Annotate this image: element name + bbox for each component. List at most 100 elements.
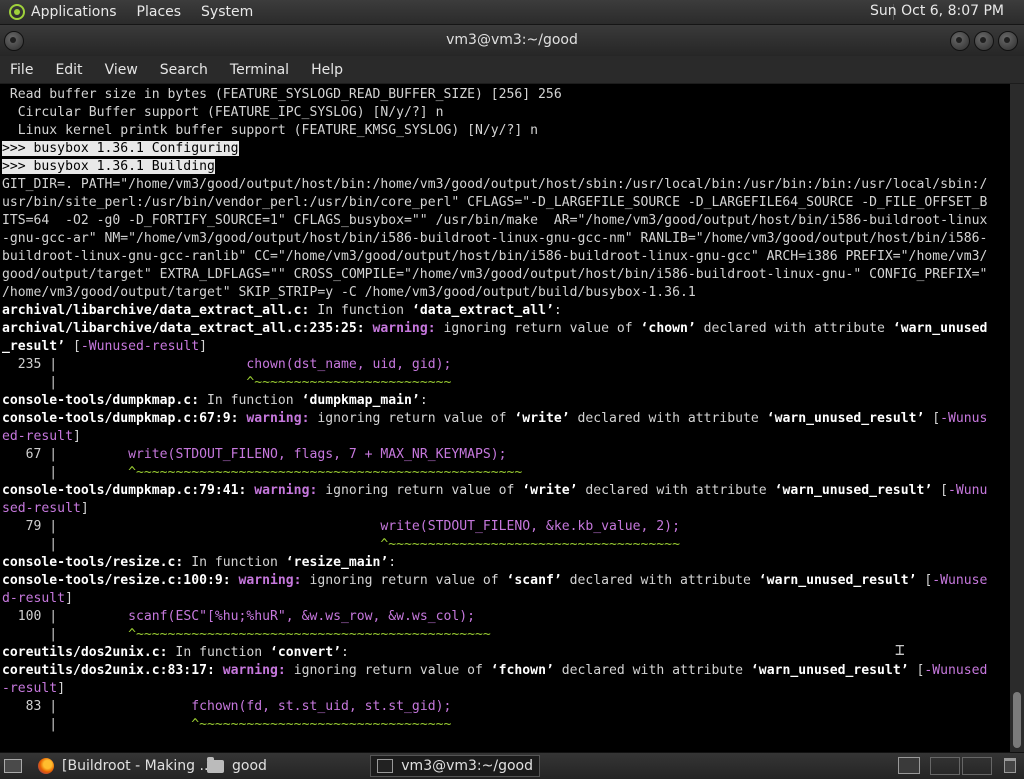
menu-help[interactable]: Help bbox=[300, 62, 354, 78]
terminal-segment: >>> busybox 1.36.1 Configuring bbox=[2, 141, 239, 156]
terminal-line: coreutils/dos2unix.c: In function ‘conve… bbox=[2, 644, 1010, 662]
terminal-segment: In function bbox=[199, 393, 302, 408]
terminal-line: /home/vm3/good/output/target" SKIP_STRIP… bbox=[2, 284, 1010, 302]
terminal-line: 83 | fchown(fd, st.st_uid, st.st_gid); bbox=[2, 698, 1010, 716]
terminal-segment: _result’ bbox=[2, 339, 66, 354]
terminal-line: usr/bin/site_perl:/usr/bin/vendor_perl:/… bbox=[2, 194, 1010, 212]
terminal-segment: ‘dumpkmap_main’ bbox=[301, 393, 420, 408]
terminal-segment: -Wunu bbox=[948, 483, 988, 498]
terminal-line: coreutils/dos2unix.c:83:17: warning: ign… bbox=[2, 662, 1010, 680]
terminal-segment: declared with attribute bbox=[569, 411, 767, 426]
scrollbar-thumb[interactable] bbox=[1013, 692, 1021, 748]
terminal-tray-icon[interactable] bbox=[898, 757, 920, 774]
terminal-line: console-tools/dumpkmap.c:79:41: warning:… bbox=[2, 482, 1010, 500]
terminal-scrollbar[interactable] bbox=[1010, 84, 1024, 752]
terminal-segment: ^~~~~~~~~~~~~~~~~~~~~~~~~~ bbox=[246, 375, 452, 390]
terminal-line: buildroot-linux-gnu-gcc-ranlib" CC="/hom… bbox=[2, 248, 1010, 266]
minimize-button[interactable] bbox=[950, 31, 970, 51]
terminal-segment: ed-result bbox=[2, 429, 73, 444]
terminal-line: sed-result] bbox=[2, 500, 1010, 518]
terminal-line: >>> busybox 1.36.1 Building bbox=[2, 158, 1010, 176]
maximize-button[interactable] bbox=[974, 31, 994, 51]
terminal-segment: ignoring return value of bbox=[325, 483, 523, 498]
menu-search[interactable]: Search bbox=[149, 62, 219, 78]
terminal-segment: ‘data_extract_all’ bbox=[411, 303, 554, 318]
terminal-segment: ‘convert’ bbox=[270, 645, 341, 660]
terminal-segment: ignoring return value of bbox=[317, 411, 515, 426]
trash-icon[interactable] bbox=[1004, 758, 1016, 773]
terminal-output[interactable]: Read buffer size in bytes (FEATURE_SYSLO… bbox=[0, 84, 1010, 752]
terminal-segment: ^~~~~~~~~~~~~~~~~~~~~~~~~~~~~~~~~ bbox=[191, 717, 452, 732]
task-label: good bbox=[232, 758, 267, 774]
terminal-segment: GIT_DIR=. PATH="/home/vm3/good/output/ho… bbox=[2, 177, 988, 192]
terminal-segment: archival/libarchive/data_extract_all.c: bbox=[2, 303, 310, 318]
terminal-segment: 83 | bbox=[2, 699, 192, 714]
terminal-segment: good/output/target" EXTRA_LDFLAGS="" CRO… bbox=[2, 267, 988, 282]
menu-terminal[interactable]: Terminal bbox=[219, 62, 300, 78]
terminal-line: 235 | chown(dst_name, uid, gid); bbox=[2, 356, 1010, 374]
applications-menu[interactable]: Applications bbox=[31, 4, 117, 20]
terminal-segment: -Wunused-result bbox=[80, 339, 200, 354]
terminal-segment: warning: bbox=[222, 663, 294, 678]
show-desktop-icon bbox=[4, 759, 22, 773]
terminal-segment: ] bbox=[57, 681, 66, 696]
terminal-segment: ] bbox=[72, 429, 81, 444]
terminal-segment: Circular Buffer support (FEATURE_IPC_SYS… bbox=[2, 105, 444, 120]
task-label: vm3@vm3:~/good bbox=[401, 758, 533, 774]
places-menu[interactable]: Places bbox=[137, 4, 182, 20]
terminal-segment: warning: bbox=[372, 321, 444, 336]
terminal-segment: : bbox=[419, 393, 428, 408]
menu-edit[interactable]: Edit bbox=[44, 62, 93, 78]
terminal-segment: 100 | bbox=[2, 609, 129, 624]
terminal-segment: ] bbox=[65, 591, 73, 606]
terminal-segment: warning: bbox=[254, 483, 326, 498]
terminal-menubar: File Edit View Search Terminal Help bbox=[0, 56, 1024, 84]
close-button[interactable] bbox=[998, 31, 1018, 51]
window-titlebar[interactable]: vm3@vm3:~/good bbox=[0, 25, 1024, 56]
task-terminal[interactable]: vm3@vm3:~/good bbox=[370, 755, 540, 777]
task-browser[interactable]: [Buildroot - Making ... bbox=[38, 755, 213, 777]
workspace-1[interactable] bbox=[930, 757, 960, 775]
terminal-line: archival/libarchive/data_extract_all.c: … bbox=[2, 302, 1010, 320]
show-desktop-button[interactable] bbox=[4, 755, 30, 777]
terminal-segment: ‘warn_unused_result’ bbox=[750, 663, 909, 678]
terminal-line: console-tools/dumpkmap.c: In function ‘d… bbox=[2, 392, 1010, 410]
workspace-2[interactable] bbox=[962, 757, 992, 775]
terminal-text: Read buffer size in bytes (FEATURE_SYSLO… bbox=[0, 84, 1010, 734]
terminal-segment: ITS=64 -O2 -g0 -D_FORTIFY_SOURCE=1" CFLA… bbox=[2, 213, 988, 228]
terminal-line: | ^~~~~~~~~~~~~~~~~~~~~~~~~~~~~~~~~~~~~~… bbox=[2, 464, 1010, 482]
terminal-segment: 67 | bbox=[2, 447, 129, 462]
terminal-line: | ^~~~~~~~~~~~~~~~~~~~~~~~~~~~~~~~~ bbox=[2, 716, 1010, 734]
terminal-segment: ‘warn_unused_result’ bbox=[774, 483, 933, 498]
terminal-segment: ‘resize_main’ bbox=[285, 555, 389, 570]
menu-view[interactable]: View bbox=[94, 62, 149, 78]
terminal-segment: scanf(ESC"[%hu;%huR", &w.ws_row, &w.ws_c… bbox=[128, 609, 475, 624]
folder-icon bbox=[207, 756, 224, 773]
terminal-segment: declared with attribute bbox=[553, 663, 751, 678]
ibeam-cursor-icon: ⌶ bbox=[895, 640, 905, 659]
terminal-segment: : bbox=[388, 555, 397, 570]
task-file-manager[interactable]: good bbox=[207, 755, 267, 777]
menu-file[interactable]: File bbox=[0, 62, 44, 78]
terminal-line: Circular Buffer support (FEATURE_IPC_SYS… bbox=[2, 104, 1010, 122]
panel-clock[interactable]: Sun Oct 6, 8:07 PM bbox=[870, 3, 1004, 19]
terminal-segment: ^~~~~~~~~~~~~~~~~~~~~~~~~~~~~~~~~~~~~~~~… bbox=[128, 465, 523, 480]
terminal-segment: warning: bbox=[246, 411, 318, 426]
terminal-line: ITS=64 -O2 -g0 -D_FORTIFY_SOURCE=1" CFLA… bbox=[2, 212, 1010, 230]
terminal-segment: ‘scanf’ bbox=[506, 573, 562, 588]
terminal-segment: [ bbox=[932, 483, 949, 498]
terminal-segment: warning: bbox=[238, 573, 310, 588]
terminal-segment: ] bbox=[199, 339, 207, 354]
terminal-line: archival/libarchive/data_extract_all.c:2… bbox=[2, 320, 1010, 338]
terminal-line: 79 | write(STDOUT_FILENO, &ke.kb_value, … bbox=[2, 518, 1010, 536]
terminal-segment: buildroot-linux-gnu-gcc-ranlib" CC="/hom… bbox=[2, 249, 988, 264]
terminal-segment: ‘chown’ bbox=[640, 321, 696, 336]
system-menu[interactable]: System bbox=[201, 4, 253, 20]
terminal-line: -gnu-gcc-ar" NM="/home/vm3/good/output/h… bbox=[2, 230, 1010, 248]
terminal-segment: -Wunuse bbox=[932, 573, 988, 588]
terminal-segment: ‘warn_unused_result’ bbox=[766, 411, 925, 426]
terminal-segment: In function bbox=[309, 303, 412, 318]
terminal-line: -result] bbox=[2, 680, 1010, 698]
terminal-segment: d-result bbox=[2, 591, 66, 606]
distro-logo-icon[interactable] bbox=[9, 4, 25, 20]
